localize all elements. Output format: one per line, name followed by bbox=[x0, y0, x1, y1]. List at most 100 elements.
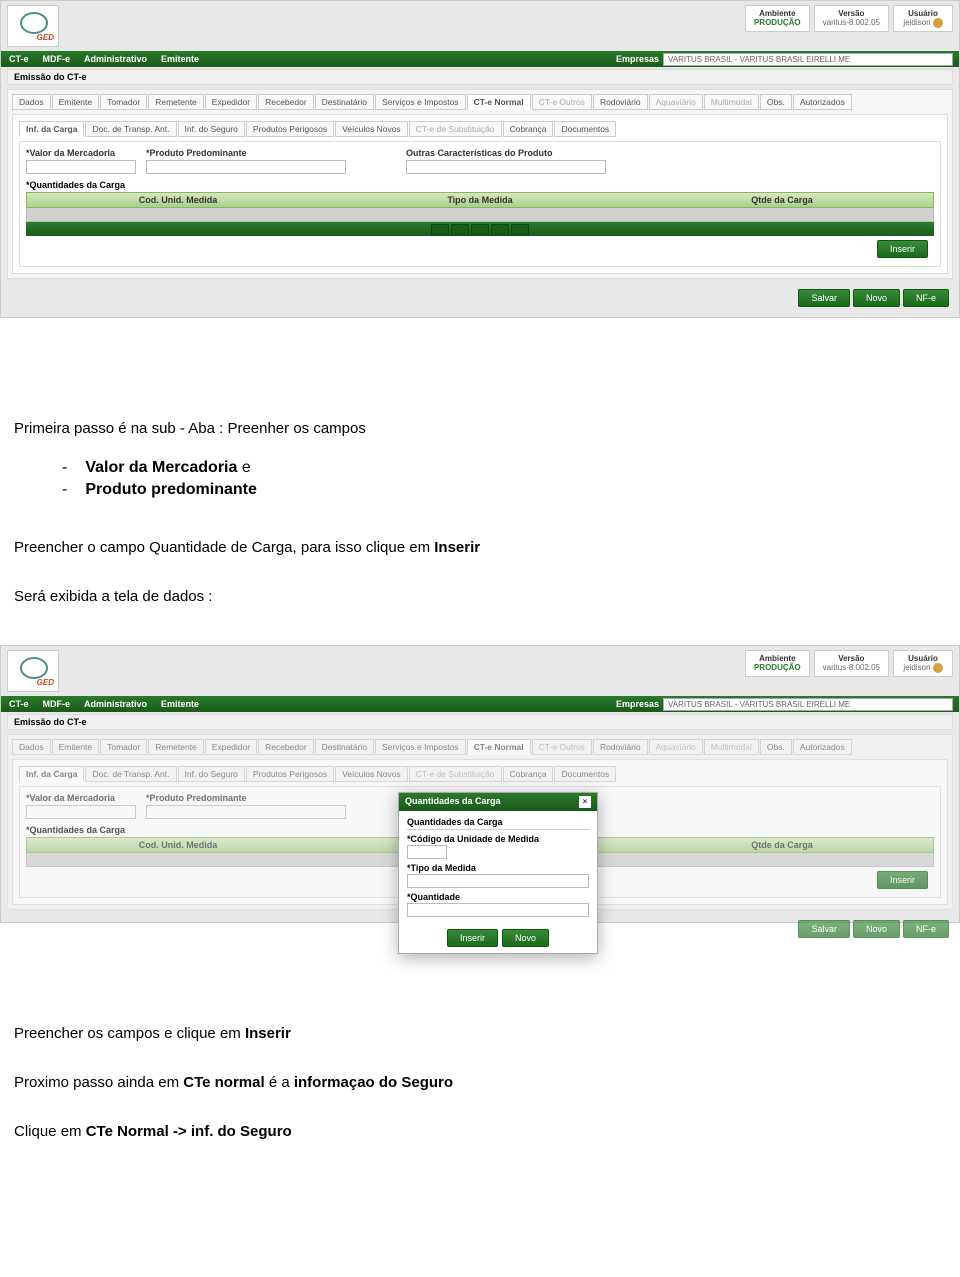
tab-cte-outros[interactable]: CT-e Outros bbox=[532, 94, 592, 110]
inserir-button[interactable]: Inserir bbox=[877, 240, 928, 258]
app-header-2: GED Ambiente PRODUÇÃO Versão varitus-8.0… bbox=[1, 646, 959, 696]
salvar-button[interactable]: Salvar bbox=[798, 289, 850, 307]
para-2: Preencher o campo Quantidade de Carga, p… bbox=[14, 537, 946, 558]
nav-emitente-2[interactable]: Emitente bbox=[161, 699, 199, 709]
tab-cte-normal[interactable]: CT-e Normal bbox=[467, 94, 531, 110]
para-1: Primeira passo é na sub - Aba : Preenher… bbox=[14, 418, 946, 439]
subtab-doc-transp[interactable]: Doc. de Transp. Ant. bbox=[85, 121, 176, 137]
nav-admin-2[interactable]: Administrativo bbox=[84, 699, 147, 709]
grid-header: Cod. Unid. Medida Tipo da Medida Qtde da… bbox=[26, 192, 934, 208]
ambiente-value: PRODUÇÃO bbox=[754, 18, 801, 27]
app-screenshot-2: GED Ambiente PRODUÇÃO Versão varitus-8.0… bbox=[0, 645, 960, 923]
main-panel: Dados Emitente Tomador Remetente Expedid… bbox=[7, 89, 953, 279]
tab-multimodal[interactable]: Multimodal bbox=[704, 94, 759, 110]
valor-mercadoria-label: *Valor da Mercadoria bbox=[26, 148, 136, 158]
field-row-1: *Valor da Mercadoria *Produto Predominan… bbox=[26, 148, 934, 174]
modal-inserir-button[interactable]: Inserir bbox=[447, 929, 498, 947]
header-info-boxes-2: Ambiente PRODUÇÃO Versão varitus-8.002.0… bbox=[745, 650, 953, 677]
ambiente-box-2: Ambiente PRODUÇÃO bbox=[745, 650, 810, 677]
tab-rodoviario[interactable]: Rodoviário bbox=[593, 94, 648, 110]
nav-admin[interactable]: Administrativo bbox=[84, 54, 147, 64]
nav-cte[interactable]: CT-e bbox=[9, 54, 29, 64]
subtab-cte-subst[interactable]: CT-e de Substituição bbox=[409, 121, 502, 137]
col-tipo-medida: Tipo da Medida bbox=[329, 193, 631, 207]
breadcrumb-2: Emissão do CT-e bbox=[7, 714, 953, 730]
pager-last[interactable] bbox=[511, 224, 529, 235]
subtab-prod-perigosos[interactable]: Produtos Perigosos bbox=[246, 121, 334, 137]
para-3: Será exibida a tela de dados : bbox=[14, 586, 946, 607]
outras-caract-label: Outras Características do Produto bbox=[406, 148, 606, 158]
logo-2: GED bbox=[7, 650, 59, 692]
pager-next[interactable] bbox=[491, 224, 509, 235]
modal-tipo-input[interactable] bbox=[407, 874, 589, 888]
nav-mdfe-2[interactable]: MDF-e bbox=[43, 699, 71, 709]
para-4: Preencher os campos e clique em Inserir bbox=[14, 1023, 946, 1044]
footer-buttons: Salvar Novo NF-e bbox=[1, 283, 959, 317]
nav-mdfe[interactable]: MDF-e bbox=[43, 54, 71, 64]
col-cod-unid: Cod. Unid. Medida bbox=[27, 193, 329, 207]
outras-caract-input[interactable] bbox=[406, 160, 606, 174]
empresas-select-2[interactable]: VARITUS BRASIL - VARITUS BRASIL EIRELLI … bbox=[663, 698, 953, 711]
tab-dados[interactable]: Dados bbox=[12, 94, 51, 110]
subtab-inf-carga[interactable]: Inf. da Carga bbox=[19, 121, 84, 137]
tab-autorizados[interactable]: Autorizados bbox=[793, 94, 852, 110]
produto-predominante-group: *Produto Predominante bbox=[146, 148, 346, 174]
modal-codigo-label: *Código da Unidade de Medida bbox=[407, 834, 589, 844]
novo-button[interactable]: Novo bbox=[853, 289, 900, 307]
tab-recebedor[interactable]: Recebedor bbox=[258, 94, 314, 110]
empresas-selector-2: Empresas VARITUS BRASIL - VARITUS BRASIL… bbox=[616, 698, 953, 711]
modal-quantidade-label: *Quantidade bbox=[407, 892, 589, 902]
nav-cte-2[interactable]: CT-e bbox=[9, 699, 29, 709]
produto-predominante-label: *Produto Predominante bbox=[146, 148, 346, 158]
usuario-box-2: Usuário jeidison bbox=[893, 650, 953, 677]
modal-novo-button[interactable]: Novo bbox=[502, 929, 549, 947]
tab-destinatario[interactable]: Destinatário bbox=[315, 94, 374, 110]
modal-body: Quantidades da Carga *Código da Unidade … bbox=[399, 811, 597, 923]
logo: GED bbox=[7, 5, 59, 47]
tab-aquaviario[interactable]: Aquaviário bbox=[649, 94, 703, 110]
novo-button-2[interactable]: Novo bbox=[853, 920, 900, 938]
modal-close-button[interactable]: × bbox=[579, 796, 591, 808]
pager bbox=[26, 222, 934, 236]
versao-value: varitus-8.002.05 bbox=[823, 18, 880, 27]
user-icon bbox=[933, 18, 943, 28]
header-info-boxes: Ambiente PRODUÇÃO Versão varitus-8.002.0… bbox=[745, 5, 953, 32]
tab-expedidor[interactable]: Expedidor bbox=[205, 94, 257, 110]
para-5: Proximo passo ainda em CTe normal é a in… bbox=[14, 1072, 946, 1093]
subtab-documentos[interactable]: Documentos bbox=[554, 121, 616, 137]
valor-mercadoria-input[interactable] bbox=[26, 160, 136, 174]
subtab-inf-seguro[interactable]: Inf. do Seguro bbox=[178, 121, 245, 137]
modal-codigo-select[interactable] bbox=[407, 845, 447, 859]
subtab-cobranca[interactable]: Cobrança bbox=[503, 121, 554, 137]
pager-prev[interactable] bbox=[451, 224, 469, 235]
tab-tomador[interactable]: Tomador bbox=[100, 94, 147, 110]
user-icon-2 bbox=[933, 663, 943, 673]
main-tabs: Dados Emitente Tomador Remetente Expedid… bbox=[12, 94, 948, 110]
quantidades-header: *Quantidades da Carga bbox=[26, 180, 934, 190]
versao-label: Versão bbox=[823, 9, 880, 18]
empresas-label: Empresas bbox=[616, 54, 659, 64]
inserir-button-2[interactable]: Inserir bbox=[877, 871, 928, 889]
doc-text-2: Preencher os campos e clique em Inserir … bbox=[0, 923, 960, 1156]
nfe-button[interactable]: NF-e bbox=[903, 289, 949, 307]
inner-buttons: Inserir bbox=[26, 236, 934, 260]
salvar-button-2[interactable]: Salvar bbox=[798, 920, 850, 938]
empresas-select[interactable]: VARITUS BRASIL - VARITUS BRASIL EIRELLI … bbox=[663, 53, 953, 66]
ambiente-box: Ambiente PRODUÇÃO bbox=[745, 5, 810, 32]
produto-predominante-input[interactable] bbox=[146, 160, 346, 174]
pager-page[interactable] bbox=[471, 224, 489, 235]
tab-obs[interactable]: Obs. bbox=[760, 94, 792, 110]
grid-body bbox=[26, 208, 934, 222]
nav-emitente[interactable]: Emitente bbox=[161, 54, 199, 64]
tab-servicos[interactable]: Serviços e Impostos bbox=[375, 94, 466, 110]
subtab-veiculos[interactable]: Veículos Novos bbox=[335, 121, 408, 137]
app-screenshot-1: GED Ambiente PRODUÇÃO Versão varitus-8.0… bbox=[0, 0, 960, 318]
tab-remetente[interactable]: Remetente bbox=[148, 94, 204, 110]
nfe-button-2[interactable]: NF-e bbox=[903, 920, 949, 938]
modal-titlebar: Quantidades da Carga × bbox=[399, 793, 597, 811]
modal-quantidade-input[interactable] bbox=[407, 903, 589, 917]
doc-text-1: Primeira passo é na sub - Aba : Preenher… bbox=[0, 318, 960, 645]
pager-first[interactable] bbox=[431, 224, 449, 235]
usuario-label: Usuário bbox=[902, 9, 944, 18]
tab-emitente[interactable]: Emitente bbox=[52, 94, 100, 110]
